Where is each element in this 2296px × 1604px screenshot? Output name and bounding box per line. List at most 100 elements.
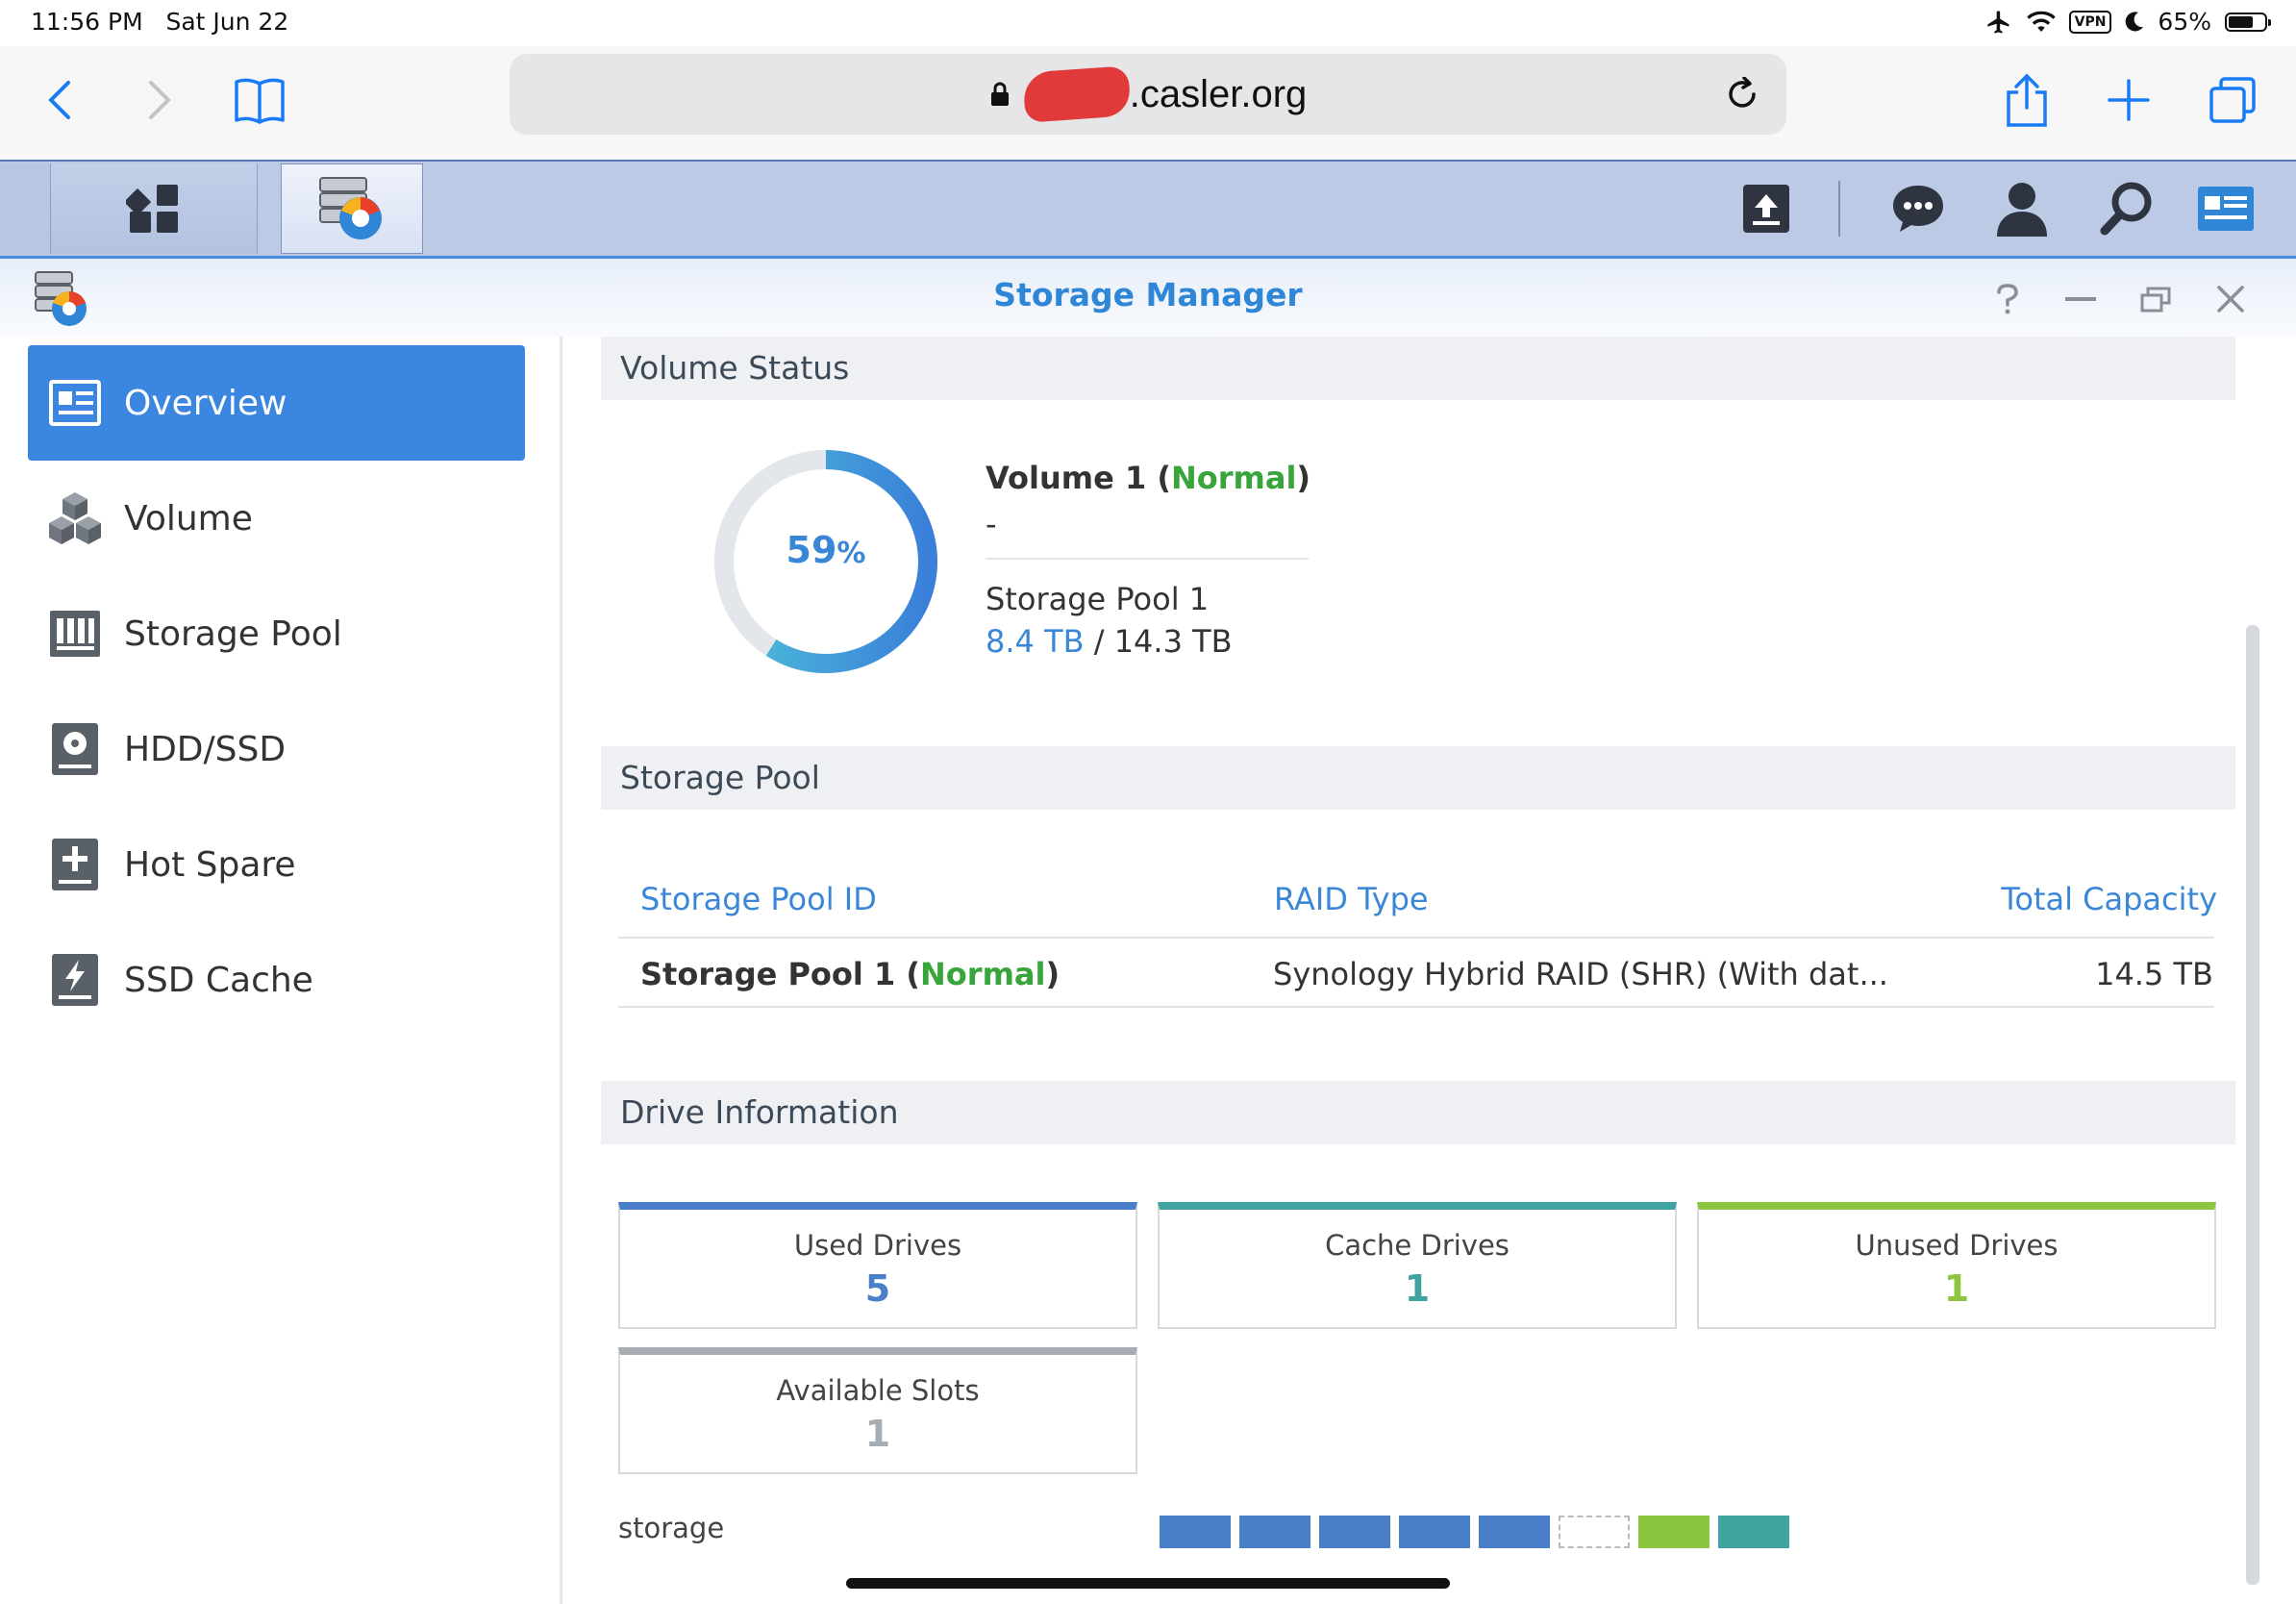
chat-bubble-icon [1893,186,1943,232]
home-indicator [846,1578,1450,1589]
restore-button[interactable] [2134,278,2177,320]
scrollbar[interactable] [2246,625,2259,1585]
column-header-pool-id[interactable]: Storage Pool ID [640,881,877,917]
widgets-button[interactable] [2196,179,2256,238]
forward-button[interactable] [131,71,188,129]
sidebar-item-label: Overview [124,383,287,423]
moon-icon [2126,11,2144,31]
restore-icon [2140,287,2171,313]
cache-drives-card[interactable]: Cache Drives 1 [1158,1202,1677,1329]
date-text: Sat Jun 22 [165,8,289,36]
drive-information-heading: Drive Information [601,1081,2235,1144]
upload-queue-button[interactable] [1736,179,1796,238]
card-value: 1 [1943,1267,1970,1310]
share-button[interactable] [1998,71,2056,129]
storage-manager-task[interactable] [281,163,423,254]
sidebar-item-label: Volume [124,498,253,539]
window-title: Storage Manager [993,276,1303,313]
volume-title[interactable]: Volume 1 (Normal) [986,460,1310,496]
usage-percent-value: 59 [786,529,837,571]
vpn-badge: VPN [2068,10,2112,34]
card-value: 5 [864,1267,891,1310]
search-button[interactable] [2096,179,2156,238]
wifi-icon [2026,11,2056,32]
storage-manager-icon [319,177,382,239]
bookmarks-button[interactable] [231,71,288,129]
pool-name-cell: Storage Pool 1 (Normal) [640,956,1061,992]
reload-button[interactable] [1715,67,1769,121]
capacity-cell: 14.5 TB [2095,956,2213,992]
close-icon [2217,286,2244,313]
drive-slot-unused[interactable] [1638,1516,1710,1548]
sidebar-item-overview[interactable]: Overview [28,345,525,461]
status-time: 11:56 PM Sat Jun 22 [31,8,288,36]
overview-icon [47,375,103,431]
drive-slot-used[interactable] [1479,1516,1550,1548]
storage-pool-icon [47,606,103,662]
card-value: 1 [864,1413,891,1455]
column-header-total-capacity[interactable]: Total Capacity [2001,881,2217,917]
upload-icon [1743,185,1789,233]
card-value: 1 [1404,1267,1431,1310]
reload-icon [1729,77,1756,108]
drive-slot-used[interactable] [1399,1516,1470,1548]
airplane-icon [1986,10,2009,34]
sidebar-item-hdd-ssd[interactable]: HDD/SSD [28,691,525,807]
browser-toolbar: .casler.org [0,46,2296,160]
sidebar-item-hot-spare[interactable]: Hot Spare [28,807,525,922]
redaction-mark [1022,65,1132,123]
ssd-cache-icon [47,952,103,1008]
user-options-button[interactable] [1992,179,2052,238]
new-tab-button[interactable] [2100,71,2158,129]
plus-icon [2108,79,2150,121]
table-header-divider [618,937,2214,939]
hdd-icon [47,721,103,777]
help-button[interactable] [1986,278,2029,320]
drive-slot-used[interactable] [1239,1516,1310,1548]
volume-state: Normal [1170,460,1297,496]
time-text: 11:56 PM [31,8,143,36]
search-icon [2100,182,2152,236]
tabs-button[interactable] [2204,71,2261,129]
storage-pool-heading: Storage Pool [601,746,2235,810]
main-menu-button[interactable] [50,163,258,254]
unused-drives-card[interactable]: Unused Drives 1 [1697,1202,2216,1329]
volume-pool: Storage Pool 1 [986,581,1210,617]
tabs-icon [2209,77,2256,123]
url-text: .casler.org [1129,72,1308,115]
status-right: VPN 65% [1984,8,2271,36]
battery-icon [2225,12,2271,32]
drive-slot-empty[interactable] [1559,1516,1630,1548]
available-slots-card[interactable]: Available Slots 1 [618,1347,1137,1474]
minimize-button[interactable] [2059,278,2102,320]
battery-percent: 65% [2158,8,2211,36]
column-header-raid-type[interactable]: RAID Type [1274,881,1429,917]
drive-slot-cache[interactable] [1718,1516,1789,1548]
volume-capacity: 8.4 TB / 14.3 TB [986,623,1233,660]
close-button[interactable] [2209,278,2252,320]
sidebar-item-storage-pool[interactable]: Storage Pool [28,576,525,691]
volume-status-heading: Volume Status [601,337,2235,400]
minimize-icon [2065,297,2096,301]
sidebar-item-ssd-cache[interactable]: SSD Cache [28,922,525,1038]
hot-spare-icon [47,837,103,892]
chevron-right-icon [149,81,171,119]
capacity-separator: / [1093,623,1105,660]
volume-icon [47,490,103,546]
dsm-taskbar [0,160,2296,256]
sidebar-item-volume[interactable]: Volume [28,461,525,576]
back-button[interactable] [31,71,88,129]
pool-state: Normal [920,956,1046,992]
address-bar[interactable]: .casler.org [510,54,1786,135]
volume-total: 14.3 TB [1113,623,1233,660]
sidebar-item-label: HDD/SSD [124,729,287,769]
drive-slot-used[interactable] [1160,1516,1231,1548]
notifications-button[interactable] [1888,179,1948,238]
drive-slot-used[interactable] [1319,1516,1390,1548]
status-bar: 11:56 PM Sat Jun 22 VPN 65% [0,0,2296,46]
used-drives-card[interactable]: Used Drives 5 [618,1202,1137,1329]
raid-type-cell: Synology Hybrid RAID (SHR) (With dat... [1273,956,1888,992]
card-label: Used Drives [793,1229,962,1262]
volume-divider [986,558,1309,560]
sidebar-item-label: Hot Spare [124,844,296,885]
